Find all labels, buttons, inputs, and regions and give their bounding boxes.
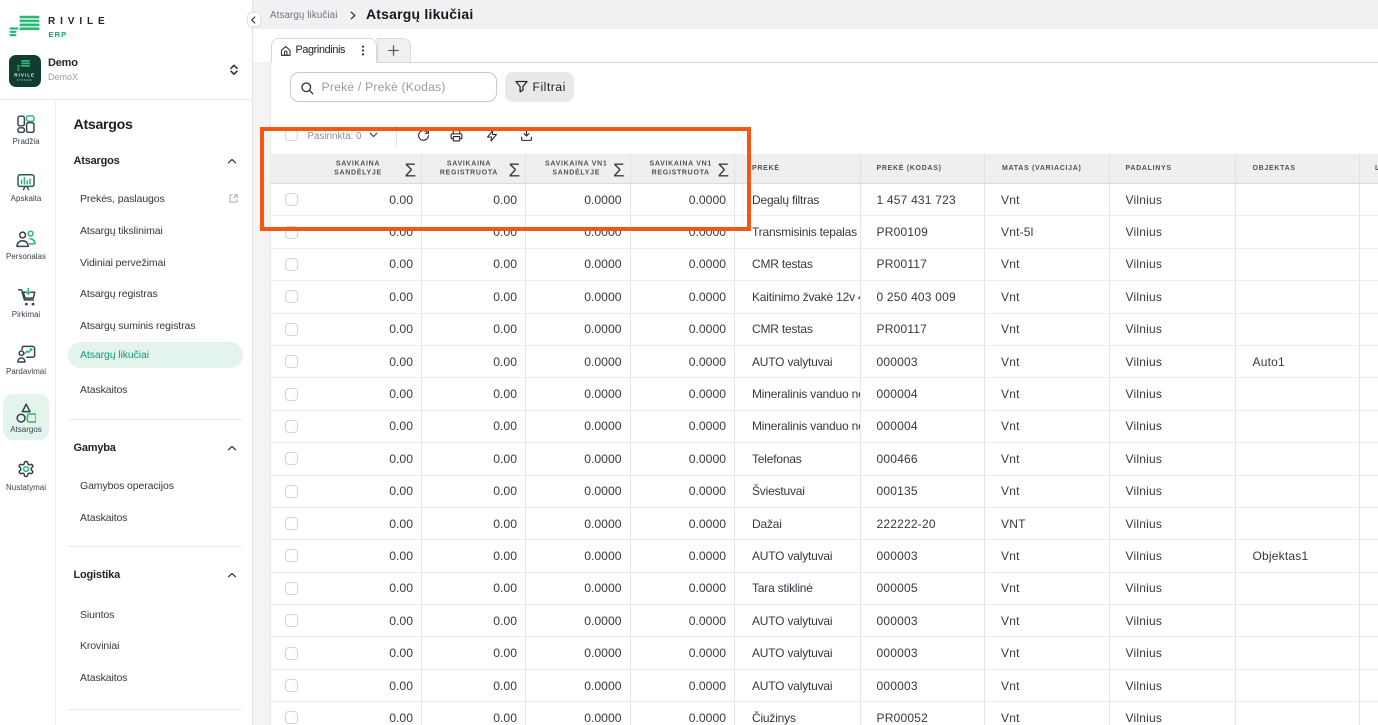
svg-text:SYSTEMS: SYSTEMS bbox=[17, 78, 32, 82]
svg-text:RIVILE: RIVILE bbox=[14, 73, 35, 78]
